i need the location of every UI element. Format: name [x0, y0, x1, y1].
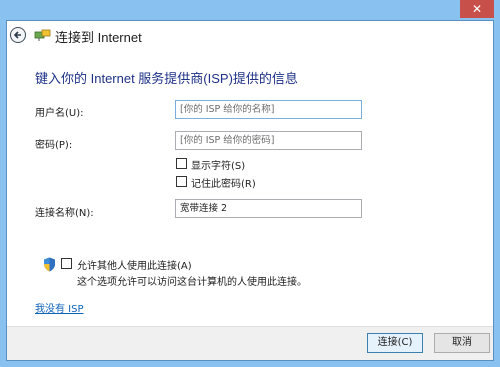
- password-input[interactable]: [你的 ISP 给你的密码]: [175, 131, 362, 150]
- remember-password-label: 记住此密码(R): [191, 179, 256, 190]
- navigation-bar: 连接到 Internet: [7, 21, 493, 51]
- nav-title: 连接到 Internet: [55, 30, 142, 45]
- allow-others-description: 这个选项允许可以访问这台计算机的人使用此连接。: [77, 277, 307, 288]
- show-characters-checkbox[interactable]: [176, 158, 187, 169]
- show-characters-label: 显示字符(S): [191, 161, 246, 172]
- allow-others-label: 允许其他人使用此连接(A): [77, 261, 192, 272]
- dialog-window: ✕ 连接到 Internet 键入你的 Internet 服务提供商(ISP)提…: [0, 0, 500, 367]
- page-heading: 键入你的 Internet 服务提供商(ISP)提供的信息: [35, 71, 298, 86]
- connect-button[interactable]: 连接(C): [367, 333, 423, 353]
- remember-password-checkbox[interactable]: [176, 176, 187, 187]
- allow-others-checkbox[interactable]: [61, 258, 72, 269]
- dialog-client-area: 连接到 Internet 键入你的 Internet 服务提供商(ISP)提供的…: [6, 20, 494, 361]
- no-isp-link[interactable]: 我没有 ISP: [35, 300, 84, 315]
- close-button[interactable]: ✕: [460, 0, 494, 18]
- username-label: 用户名(U):: [35, 108, 84, 119]
- uac-shield-icon: [44, 257, 55, 272]
- cancel-button[interactable]: 取消: [434, 333, 490, 353]
- back-arrow-icon: [13, 31, 21, 39]
- connection-name-label: 连接名称(N):: [35, 208, 94, 219]
- title-bar: ✕: [0, 0, 500, 20]
- username-input[interactable]: [你的 ISP 给你的名称]: [175, 100, 362, 119]
- network-connection-icon: [34, 29, 51, 41]
- dialog-footer: 连接(C) 取消: [7, 326, 493, 360]
- password-label: 密码(P):: [35, 140, 73, 151]
- connection-name-input[interactable]: 宽带连接 2: [175, 199, 362, 218]
- back-button[interactable]: [10, 27, 26, 43]
